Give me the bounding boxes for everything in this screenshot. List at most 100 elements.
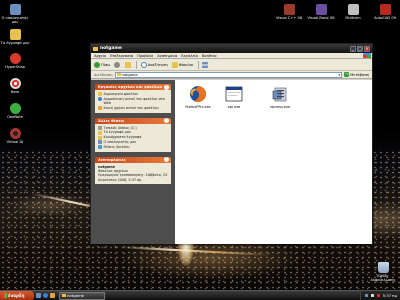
taskbar: έναρξη notgame 5:37 πμ bbox=[0, 290, 400, 300]
task-label: Κοινή χρήση αυτού του φακέλου bbox=[103, 105, 159, 110]
task-publish-web[interactable]: Δημοσίευση αυτού του φακέλου στο Web bbox=[98, 97, 168, 106]
search-button-label: Αναζήτηση bbox=[147, 62, 168, 67]
details-panel: Λεπτομέρειες ˆ notgame Φάκελος αρχείων Η… bbox=[95, 156, 171, 184]
computer-icon bbox=[9, 4, 21, 15]
folders-button[interactable]: Φάκελοι bbox=[171, 61, 194, 68]
panel-body: Δημιουργία φακέλου Δημοσίευση αυτού του … bbox=[95, 90, 171, 113]
start-button[interactable]: έναρξη bbox=[0, 290, 34, 300]
folder-icon bbox=[93, 46, 98, 51]
desktop-icon-recycle-bin[interactable]: Κάδος Ανακύκλωσης bbox=[368, 262, 398, 282]
desktop-icon-virtual-dj[interactable]: Virtual DJ bbox=[0, 128, 30, 144]
file-name: firefoxPFix.exe bbox=[185, 105, 211, 109]
place-label: Κοινόχρηστα έγγραφα bbox=[103, 135, 142, 140]
documents-folder-icon bbox=[98, 130, 102, 135]
documents-folder-icon bbox=[9, 29, 21, 40]
place-label: Τα έγγραφά μου bbox=[103, 130, 131, 135]
menu-view[interactable]: Προβολή bbox=[137, 54, 153, 58]
shared-folder-icon bbox=[98, 135, 102, 140]
desktop-icon-multisim[interactable]: Multisim bbox=[338, 4, 368, 20]
file-list[interactable]: firefoxPFix.exe api.exe ntpress.exe bbox=[175, 80, 372, 244]
file-item[interactable]: api.exe bbox=[221, 85, 247, 109]
task-new-folder[interactable]: Δημιουργία φακέλου bbox=[98, 92, 168, 97]
menu-favorites[interactable]: Αγαπημένα bbox=[157, 54, 177, 58]
panel-header[interactable]: Λεπτομέρειες ˆ bbox=[95, 156, 171, 163]
folders-button-label: Φάκελοι bbox=[178, 62, 194, 67]
place-label: Ο υπολογιστής μου bbox=[103, 140, 137, 145]
hard-drive-icon bbox=[98, 125, 102, 130]
file-name: ntpress.exe bbox=[269, 105, 291, 109]
onenote-icon bbox=[9, 103, 21, 114]
search-button[interactable]: Αναζήτηση bbox=[140, 61, 168, 68]
visual-basic-icon bbox=[315, 4, 327, 15]
menu-file[interactable]: Αρχείο bbox=[94, 54, 106, 58]
panel-header[interactable]: Εργασίες αρχείων και φακέλων ˆ bbox=[95, 84, 171, 90]
new-folder-icon bbox=[98, 92, 102, 97]
file-name: api.exe bbox=[227, 105, 241, 109]
file-tasks-panel: Εργασίες αρχείων και φακέλων ˆ Δημιουργί… bbox=[95, 84, 171, 113]
security-tray-icon[interactable] bbox=[376, 293, 381, 298]
desktop-icon-nero[interactable]: Nero bbox=[0, 78, 30, 94]
go-button[interactable]: → Μετάβαση bbox=[344, 72, 369, 77]
search-icon bbox=[140, 61, 147, 68]
minimize-button[interactable]: _ bbox=[350, 45, 356, 52]
address-label: Διεύθυνση bbox=[94, 72, 113, 77]
quick-launch-media-icon[interactable] bbox=[50, 293, 55, 298]
file-item[interactable]: ntpress.exe bbox=[267, 85, 293, 109]
volume-tray-icon[interactable] bbox=[370, 293, 375, 298]
place-my-documents[interactable]: Τα έγγραφά μου bbox=[98, 130, 168, 135]
back-button[interactable]: Πίσω bbox=[94, 61, 110, 68]
network-tray-icon[interactable] bbox=[364, 293, 369, 298]
panel-header[interactable]: Άλλες θέσεις ˆ bbox=[95, 117, 171, 124]
menu-edit[interactable]: Επεξεργασία bbox=[110, 54, 133, 58]
windows-logo-icon bbox=[2, 293, 7, 298]
chevron-up-icon[interactable]: ˆ bbox=[164, 84, 169, 90]
place-label: Τοπικός δίσκος (C:) bbox=[103, 125, 137, 130]
file-item[interactable]: firefoxPFix.exe bbox=[185, 85, 211, 109]
virtual-dj-icon bbox=[9, 128, 21, 139]
desktop-icon-hypersnap[interactable]: HyperSnap bbox=[0, 53, 30, 69]
menu-help[interactable]: Βοήθεια bbox=[202, 54, 217, 58]
desktop-icon-autocad[interactable]: AutoCAD 09 bbox=[370, 4, 400, 20]
system-tray: 5:37 πμ bbox=[359, 290, 400, 300]
desktop-icon-visual-cpp[interactable]: Visual C++ 08 bbox=[274, 4, 304, 20]
clock[interactable]: 5:37 πμ bbox=[383, 293, 397, 298]
network-icon bbox=[98, 145, 102, 150]
panel-title: Εργασίες αρχείων και φακέλων bbox=[98, 85, 163, 89]
menu-tools[interactable]: Εργαλεία bbox=[181, 54, 198, 58]
address-bar: Διεύθυνση notgame ▾ → Μετάβαση bbox=[91, 71, 372, 79]
place-my-computer[interactable]: Ο υπολογιστής μου bbox=[98, 140, 168, 145]
multisim-icon bbox=[347, 4, 359, 15]
task-pane: Εργασίες αρχείων και φακέλων ˆ Δημιουργί… bbox=[91, 80, 175, 244]
computer-icon bbox=[98, 140, 102, 145]
close-button[interactable]: × bbox=[364, 45, 370, 52]
go-button-label: Μετάβαση bbox=[350, 72, 369, 77]
quick-launch-ie-icon[interactable] bbox=[43, 293, 48, 298]
quick-launch-desktop-icon[interactable] bbox=[36, 293, 41, 298]
folders-icon bbox=[171, 61, 178, 68]
application-window-icon bbox=[225, 86, 243, 102]
task-label: Δημοσίευση αυτού του φακέλου στο Web bbox=[103, 96, 165, 106]
place-network[interactable]: Θέσεις δικτύου bbox=[98, 145, 168, 150]
chevron-up-icon[interactable]: ˆ bbox=[164, 118, 169, 124]
toolbar-separator bbox=[136, 60, 137, 69]
taskbar-button-notgame[interactable]: notgame bbox=[59, 291, 105, 300]
explorer-window[interactable]: notgame _ □ × Αρχείο Επεξεργασία Προβολή… bbox=[90, 43, 373, 244]
maximize-button[interactable]: □ bbox=[357, 45, 363, 52]
desktop-icon-my-documents[interactable]: Τα έγγραφά μου bbox=[0, 29, 30, 45]
views-button[interactable] bbox=[202, 61, 209, 68]
place-shared-documents[interactable]: Κοινόχρηστα έγγραφα bbox=[98, 135, 168, 140]
desktop-icon-visual-basic[interactable]: Visual Basic 08 bbox=[306, 4, 336, 20]
chevron-up-icon[interactable]: ˆ bbox=[164, 157, 169, 163]
up-folder-button[interactable] bbox=[125, 61, 132, 68]
desktop-icon-onenote[interactable]: OneNote bbox=[0, 103, 30, 119]
place-local-disk[interactable]: Τοπικός δίσκος (C:) bbox=[98, 126, 168, 130]
start-button-label: έναρξη bbox=[8, 293, 25, 298]
window-titlebar[interactable]: notgame _ □ × bbox=[91, 44, 372, 53]
desktop-icon-my-computer[interactable]: Ο υπολογιστής μου bbox=[0, 4, 30, 24]
address-input[interactable]: notgame ▾ bbox=[114, 71, 343, 78]
chevron-down-icon[interactable]: ▾ bbox=[339, 73, 342, 77]
desktop-icon-label: Visual C++ 08 bbox=[275, 16, 303, 20]
forward-button[interactable] bbox=[114, 61, 121, 68]
installer-icon bbox=[272, 87, 287, 102]
task-share-folder[interactable]: Κοινή χρήση αυτού του φακέλου bbox=[98, 105, 168, 111]
